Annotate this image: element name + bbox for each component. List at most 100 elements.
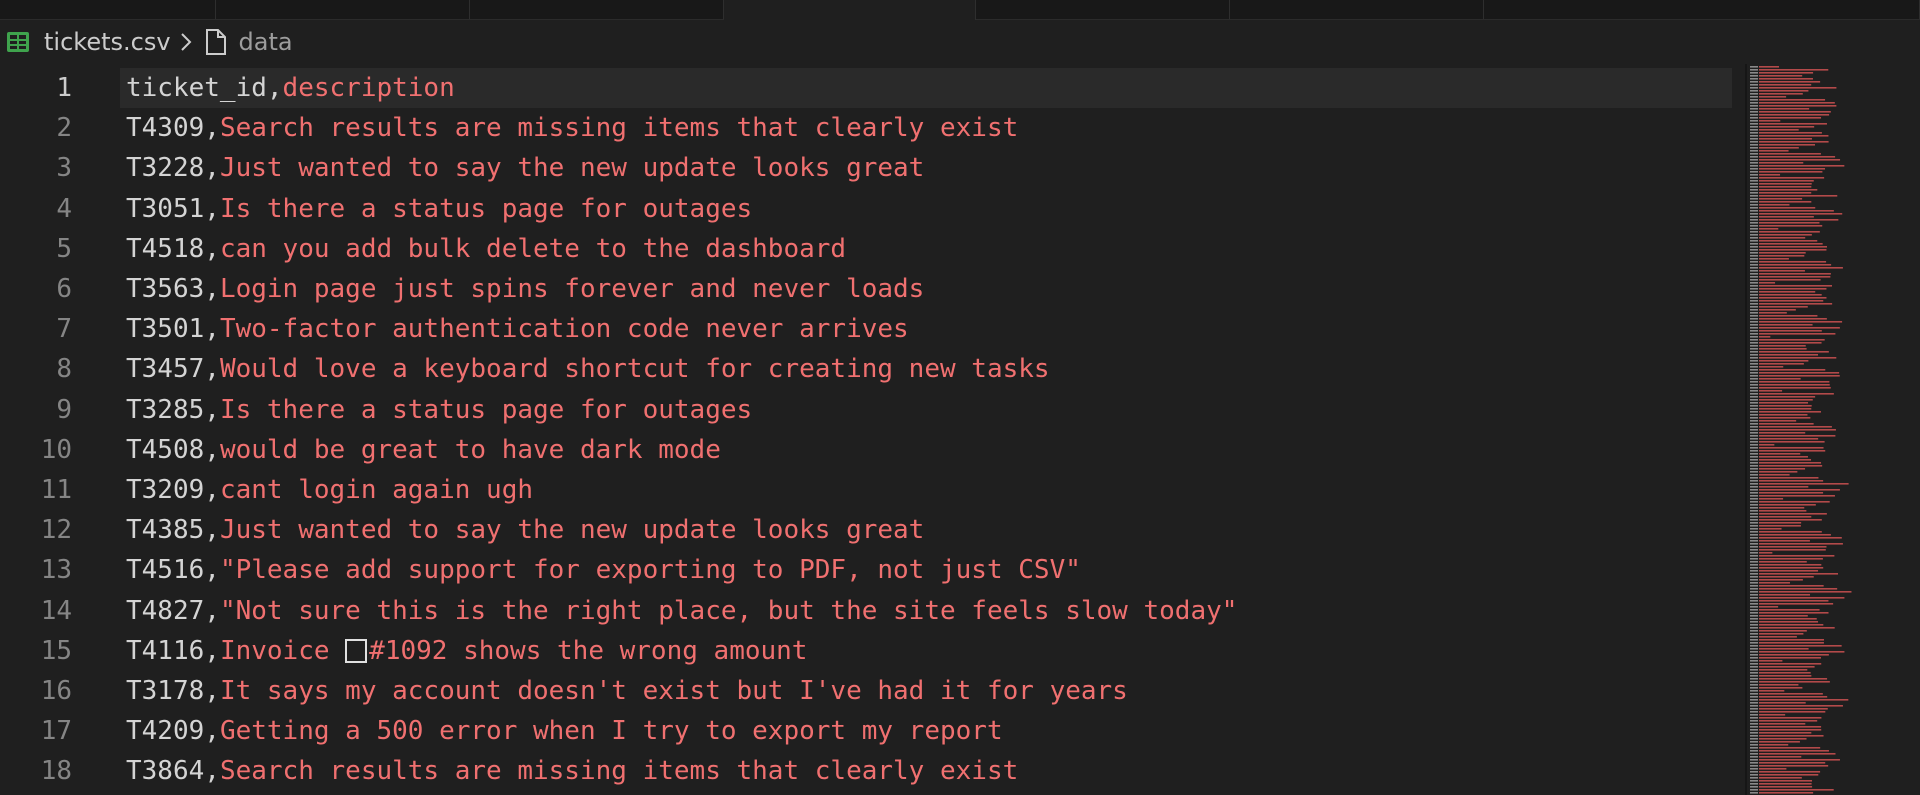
tab-3[interactable] [470, 0, 724, 19]
minimap-line-text [1759, 312, 1787, 314]
minimap-line-id [1750, 387, 1758, 389]
minimap-line-id [1750, 318, 1758, 320]
minimap-line-id [1750, 471, 1758, 473]
code-line[interactable]: 8 T3457,Would love a keyboard shortcut fo… [0, 349, 1745, 389]
minimap-line-id [1750, 780, 1758, 782]
code-line[interactable]: 5 T4518,can you add bulk delete to the da… [0, 229, 1745, 269]
line-number: 2 [56, 113, 72, 144]
minimap-line-text [1759, 372, 1840, 374]
minimap-line-text [1759, 645, 1842, 647]
minimap-line-id [1750, 567, 1758, 569]
minimap-line-text [1759, 528, 1782, 530]
line-number: 12 [40, 515, 72, 546]
line-content: T3209,cant login again ugh [126, 470, 533, 510]
code-line[interactable]: 13 T4516,"Please add support for exportin… [0, 550, 1745, 590]
minimap-line-id [1750, 627, 1758, 629]
minimap-line-id [1750, 111, 1758, 113]
code-line[interactable]: 11 T3209,cant login again ugh [0, 470, 1745, 510]
minimap-line-text [1759, 363, 1804, 365]
minimap-line-id [1750, 489, 1758, 491]
code-line[interactable]: 9 T3285,Is there a status page for outage… [0, 390, 1745, 430]
minimap-line-text [1759, 357, 1837, 359]
minimap-line-id [1750, 372, 1758, 374]
minimap-line-id [1750, 126, 1758, 128]
invisible-character-icon[interactable] [345, 638, 368, 663]
line-content: T3501,Two-factor authentication code nev… [126, 309, 909, 349]
line-number: 14 [40, 595, 72, 626]
tab-6[interactable] [1230, 0, 1484, 19]
tab-7[interactable] [1484, 0, 1920, 19]
minimap-line-id [1750, 483, 1758, 485]
minimap-line-text [1759, 117, 1822, 119]
code-line[interactable]: 14 T4827,"Not sure this is the right plac… [0, 591, 1745, 631]
csv-field-id: T4827 [126, 595, 205, 626]
minimap-line-id [1750, 273, 1758, 275]
code-line[interactable]: 10 T4508,would be great to have dark mode [0, 430, 1745, 470]
minimap-line-text [1759, 162, 1804, 164]
minimap-line-text [1759, 243, 1823, 245]
minimap-line-id [1750, 138, 1758, 140]
breadcrumb-symbol[interactable]: data [239, 28, 293, 56]
minimap-line-text [1759, 180, 1814, 182]
editor[interactable]: 1 ticket_id,description 2 T4309,Search resu… [0, 64, 1745, 795]
minimap-line-id [1750, 774, 1758, 776]
code-line[interactable]: 16 T3178,It says my account doesn't exist… [0, 671, 1745, 711]
minimap-line-text [1759, 546, 1827, 548]
minimap-line-id [1750, 543, 1758, 545]
minimap-line-text [1759, 135, 1829, 137]
code-line[interactable]: 6 T3563,Login page just spins forever and… [0, 269, 1745, 309]
code-line[interactable]: 2 T4309,Search results are missing items … [0, 108, 1745, 148]
minimap-line-id [1750, 516, 1758, 518]
minimap-line-id [1750, 90, 1758, 92]
minimap-line-text [1759, 435, 1836, 437]
csv-field-id: T3051 [126, 193, 205, 224]
minimap[interactable] [1745, 64, 1920, 795]
code-line-header[interactable]: 1 ticket_id,description [0, 68, 1745, 108]
code-line[interactable]: 3 T3228,Just wanted to say the new update… [0, 148, 1745, 188]
minimap-line-text [1759, 231, 1820, 233]
minimap-line-text [1759, 252, 1806, 254]
minimap-line-id [1750, 264, 1758, 266]
csv-separator: , [204, 716, 220, 747]
minimap-line-text [1759, 225, 1823, 227]
code-line[interactable]: 4 T3051,Is there a status page for outage… [0, 189, 1745, 229]
minimap-line-text [1759, 408, 1812, 410]
minimap-line-id [1750, 492, 1758, 494]
minimap-line-text [1759, 324, 1813, 326]
minimap-line-id [1750, 651, 1758, 653]
minimap-line-id [1750, 564, 1758, 566]
minimap-line-text [1759, 291, 1816, 293]
minimap-line-text [1759, 150, 1789, 152]
tab-active[interactable] [724, 0, 976, 20]
code-line[interactable]: 17 T4209,Getting a 500 error when I try t… [0, 711, 1745, 751]
minimap-line-text [1759, 315, 1818, 317]
csv-field-id: T4516 [126, 555, 205, 586]
line-content: ticket_id,description [126, 68, 455, 108]
tab-2[interactable] [216, 0, 470, 19]
code-line[interactable]: 15 T4116,Invoice #1092 shows the wrong am… [0, 631, 1745, 671]
minimap-line-id [1750, 408, 1758, 410]
minimap-line-text [1759, 705, 1843, 707]
minimap-line-id [1750, 270, 1758, 272]
code-line[interactable]: 12 T4385,Just wanted to say the new updat… [0, 510, 1745, 550]
csv-field-id: ticket_id [126, 73, 267, 103]
tab-1[interactable] [0, 0, 216, 19]
line-content: T3178,It says my account doesn't exist b… [126, 671, 1128, 711]
minimap-line-id [1750, 750, 1758, 752]
minimap-line-text [1759, 288, 1827, 290]
minimap-line-text [1759, 321, 1843, 323]
code-line[interactable]: 18 T3864,Search results are missing items… [0, 751, 1745, 791]
breadcrumb-file[interactable]: tickets.csv [44, 28, 171, 56]
csv-field-description: "Not sure this is the right place, but t… [219, 595, 1238, 626]
minimap-line-text [1759, 216, 1814, 218]
minimap-line-text [1759, 339, 1825, 341]
minimap-line-id [1750, 777, 1758, 779]
minimap-line-id [1750, 207, 1758, 209]
code-line[interactable]: 7 T3501,Two-factor authentication code ne… [0, 309, 1745, 349]
minimap-line-id [1750, 504, 1758, 506]
minimap-line-id [1750, 234, 1758, 236]
minimap-line-id [1750, 528, 1758, 530]
minimap-line-text [1759, 333, 1836, 335]
tab-5[interactable] [976, 0, 1230, 19]
minimap-line-text [1759, 318, 1827, 320]
